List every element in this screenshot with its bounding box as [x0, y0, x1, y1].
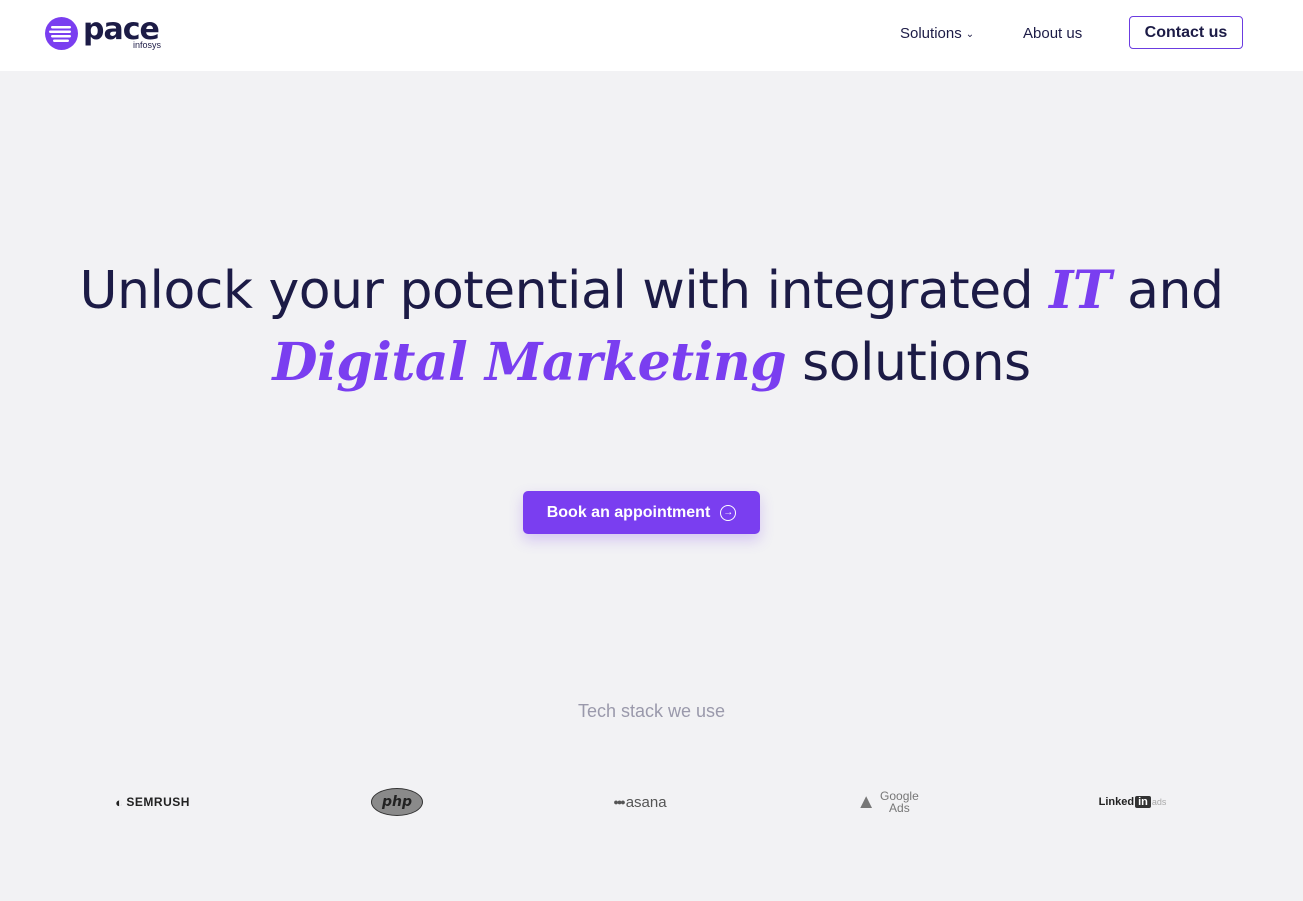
linkedin-in-badge: in [1135, 796, 1151, 808]
contact-us-button[interactable]: Contact us [1129, 16, 1243, 49]
book-appointment-button[interactable]: Book an appointment → [523, 491, 760, 534]
asana-wordmark: asana [625, 793, 667, 811]
book-appointment-label: Book an appointment [546, 503, 711, 521]
pace-logo[interactable]: pace infosys [45, 12, 175, 52]
linkedin-ads-logo: Linked in ads [1090, 778, 1175, 826]
semrush-flame-icon: ◐ [115, 794, 124, 810]
google-ads-icon: ▲ [856, 790, 877, 813]
hero-line1-prefix: Unlock your potential with integrated [79, 261, 1050, 321]
php-oval: php [371, 788, 423, 816]
tech-stack-title: Tech stack we use [577, 701, 726, 721]
nav-about-label: About us [1023, 25, 1083, 42]
hero-accent-digital-marketing: Digital Marketing [272, 332, 787, 393]
ads-word: Ads [889, 801, 910, 815]
contact-us-label: Contact us [1144, 23, 1228, 41]
logo-mark-icon [45, 17, 78, 50]
tech-stack-logos: ◐ SEMRUSH php ●●● asana ▲ Google Ads Lin… [0, 778, 1303, 828]
logo-subtitle: infosys [133, 40, 162, 50]
hero-accent-it: IT [1049, 260, 1112, 321]
hero-heading: Unlock your potential with integrated IT… [0, 255, 1303, 399]
nav-about-us[interactable]: About us [1023, 25, 1082, 42]
hero-line-1: Unlock your potential with integrated IT… [0, 255, 1303, 327]
site-header: pace infosys Solutions ⌄ About us Contac… [0, 0, 1303, 71]
arrow-right-circle-icon: → [720, 504, 737, 521]
asana-dots-icon: ●●● [613, 797, 625, 807]
hero-line2-suffix: solutions [786, 333, 1031, 393]
hero-line-2: Digital Marketing solutions [0, 327, 1303, 399]
semrush-wordmark: SEMRUSH [126, 795, 190, 809]
linkedin-word: Linked [1098, 796, 1135, 808]
nav-solutions-label: Solutions [900, 25, 962, 42]
nav-solutions[interactable]: Solutions ⌄ [900, 25, 974, 42]
hero-line1-suffix: and [1111, 261, 1224, 321]
chevron-down-icon: ⌄ [965, 29, 975, 40]
php-logo: php [368, 778, 426, 826]
asana-logo: ●●● asana [600, 778, 680, 826]
linkedin-ads-word: ads [1151, 797, 1167, 807]
php-wordmark: php [381, 794, 412, 810]
google-ads-text: Google Ads [880, 790, 919, 814]
semrush-logo: ◐ SEMRUSH [100, 778, 205, 826]
google-ads-logo: ▲ Google Ads [845, 778, 930, 826]
